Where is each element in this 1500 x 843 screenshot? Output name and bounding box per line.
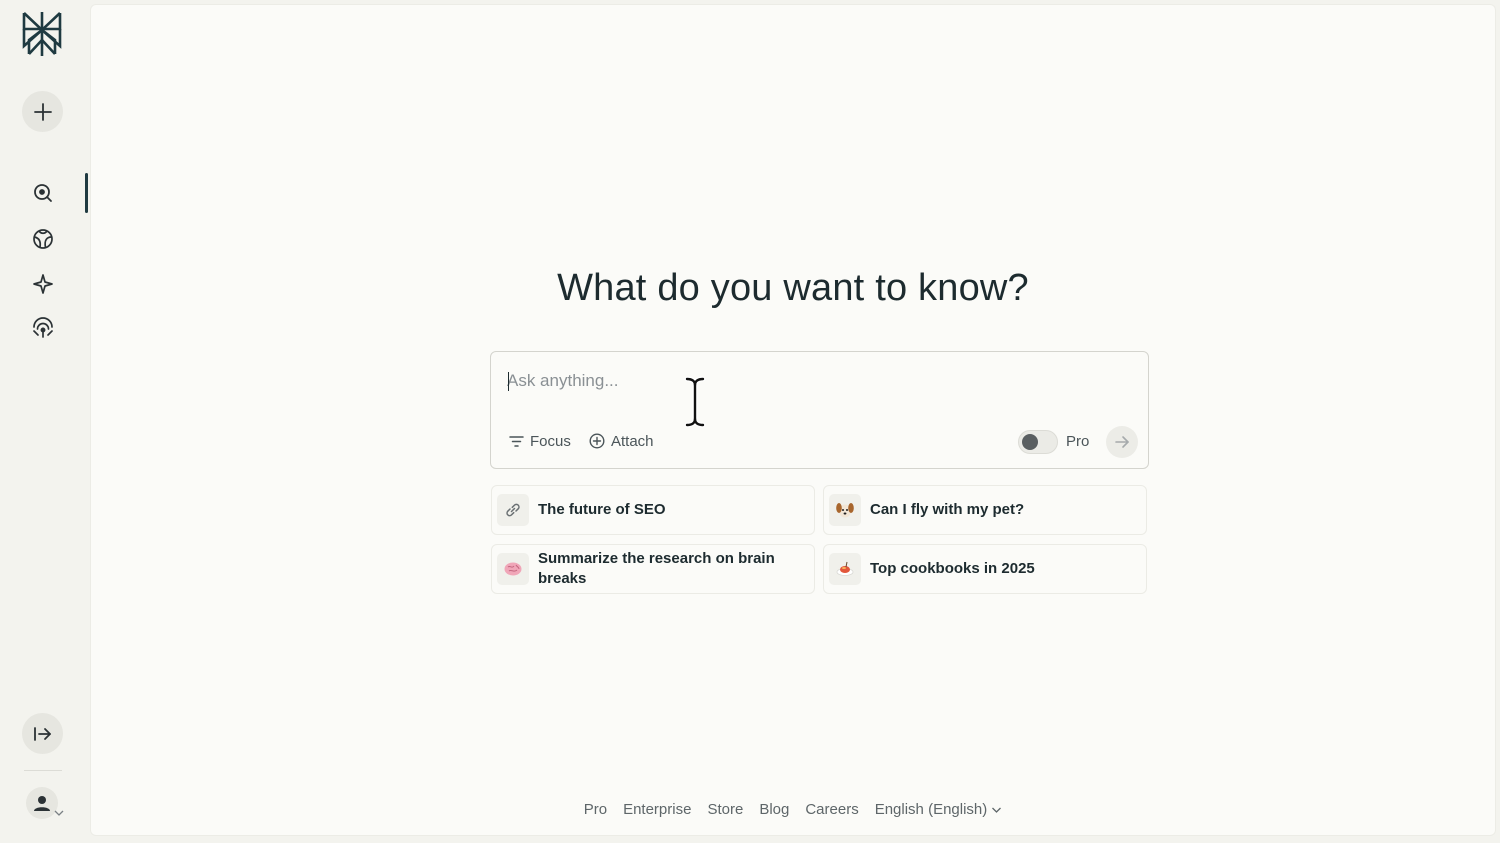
pro-label: Pro (1066, 433, 1090, 450)
sidebar-divider (24, 770, 62, 771)
suggestion-label: Top cookbooks in 2025 (870, 560, 1035, 577)
search-input[interactable] (507, 366, 1107, 396)
sidebar-item-spaces[interactable] (28, 269, 58, 299)
food-icon (829, 553, 861, 585)
suggestion-label: Can I fly with my pet? (870, 501, 1025, 518)
sidebar (0, 0, 88, 843)
submit-button[interactable] (1106, 426, 1138, 458)
chevron-down-icon (992, 807, 1002, 813)
library-signal-icon (33, 317, 53, 338)
chevron-down-icon (54, 810, 64, 816)
arrow-right-icon (1115, 436, 1129, 448)
link-icon (497, 494, 529, 526)
suggestion-card[interactable]: Summarize the research on brain breaks (491, 544, 815, 594)
sidebar-item-discover[interactable] (28, 224, 58, 254)
suggestion-card[interactable]: Top cookbooks in 2025 (823, 544, 1147, 594)
toggle-knob (1022, 434, 1038, 450)
language-selector[interactable]: English (English) (875, 801, 1003, 818)
expand-arrow-icon (33, 726, 51, 741)
page-title: What do you want to know? (557, 267, 1029, 309)
app-window: What do you want to know? Focus Attach P… (0, 0, 1500, 843)
filter-icon (509, 435, 524, 447)
focus-label: Focus (530, 432, 571, 450)
focus-button[interactable]: Focus (509, 430, 571, 452)
attach-button[interactable]: Attach (589, 430, 654, 452)
plus-circle-icon (589, 433, 605, 449)
plus-icon (33, 102, 52, 121)
footer-link-store[interactable]: Store (707, 801, 743, 818)
dog-icon (829, 494, 861, 526)
footer-link-careers[interactable]: Careers (805, 801, 858, 818)
expand-sidebar-button[interactable] (22, 713, 63, 754)
attach-label: Attach (611, 432, 654, 450)
suggestion-label: The future of SEO (538, 501, 666, 518)
new-thread-button[interactable] (22, 91, 63, 132)
suggestion-card[interactable]: Can I fly with my pet? (823, 485, 1147, 535)
footer-link-blog[interactable]: Blog (759, 801, 789, 818)
spaces-sparkle-icon (33, 274, 53, 294)
search-box: Focus Attach Pro (490, 351, 1149, 469)
suggestion-label: Summarize the research on brain breaks (538, 550, 775, 587)
sidebar-item-library[interactable] (28, 313, 58, 343)
user-icon (34, 796, 50, 811)
sidebar-item-home[interactable] (28, 178, 58, 208)
footer-nav: Pro Enterprise Store Blog Careers Englis… (91, 801, 1495, 818)
footer-link-pro[interactable]: Pro (584, 801, 607, 818)
account-menu[interactable] (26, 787, 68, 823)
discover-globe-icon (33, 229, 53, 249)
suggestion-card[interactable]: The future of SEO (491, 485, 815, 535)
active-nav-indicator (85, 173, 88, 213)
footer-link-enterprise[interactable]: Enterprise (623, 801, 691, 818)
text-caret (508, 372, 509, 391)
perplexity-logo-icon[interactable] (20, 10, 64, 58)
text-cursor-icon (684, 376, 706, 428)
language-label: English (English) (874, 801, 988, 818)
search-icon (34, 184, 52, 202)
brain-icon (497, 553, 529, 585)
main-panel: What do you want to know? Focus Attach P… (90, 4, 1496, 836)
pro-toggle[interactable] (1018, 430, 1058, 454)
